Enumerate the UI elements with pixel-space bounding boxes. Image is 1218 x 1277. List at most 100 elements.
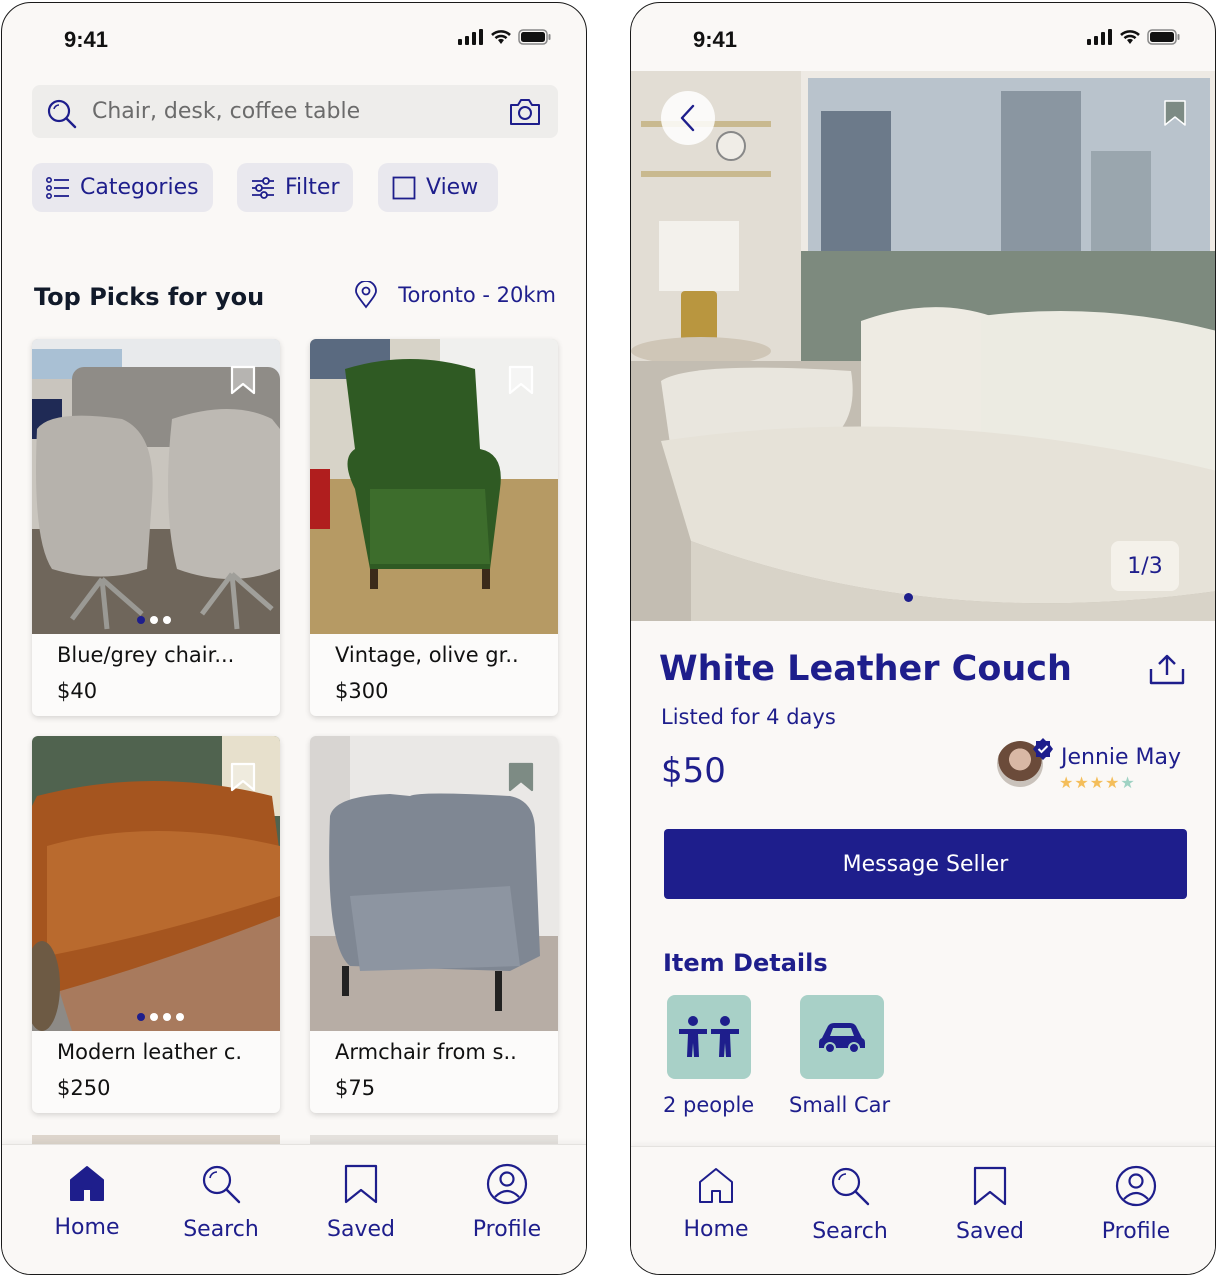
categories-chip[interactable]: Categories — [32, 163, 213, 212]
tab-home[interactable]: Home — [32, 1163, 142, 1240]
status-icons — [458, 29, 552, 45]
car-icon — [819, 1023, 865, 1054]
people-detail-label: 2 people — [663, 1093, 755, 1117]
listing-price: $75 — [335, 1076, 376, 1100]
tab-search-label: Search — [183, 1217, 259, 1242]
listing-title: Blue/grey chair... — [57, 643, 235, 667]
bookmark-icon[interactable] — [1163, 99, 1187, 127]
listed-duration: Listed for 4 days — [661, 705, 836, 729]
status-time: 9:41 — [693, 27, 738, 52]
filter-icon — [252, 176, 274, 199]
listing-price: $300 — [335, 679, 389, 703]
star-icon: ★ — [1074, 775, 1090, 792]
home-icon — [70, 1166, 104, 1201]
categories-label: Categories — [80, 175, 199, 200]
vehicle-detail-label: Small Car — [789, 1093, 891, 1117]
image-pagination — [137, 1013, 184, 1021]
share-icon[interactable] — [1147, 653, 1187, 687]
search-input[interactable] — [92, 85, 492, 138]
tab-search-label: Search — [812, 1219, 888, 1244]
star-icon: ★ — [1059, 775, 1075, 792]
chevron-left-icon — [680, 104, 695, 132]
search-icon — [47, 99, 77, 129]
tab-bar: Home Search Saved Profile — [2, 1144, 586, 1274]
message-seller-button[interactable]: Message Seller — [664, 829, 1187, 899]
section-title: Top Picks for you — [34, 283, 265, 311]
tab-saved[interactable]: Saved — [935, 1165, 1045, 1244]
view-label: View — [426, 175, 479, 200]
listing-card[interactable]: Vintage, olive gr.. $300 — [310, 339, 558, 716]
listing-card[interactable]: Modern leather c. $250 — [32, 736, 280, 1113]
search-icon — [831, 1167, 870, 1206]
search-bar[interactable] — [32, 85, 558, 138]
battery-icon — [1147, 29, 1180, 45]
tab-saved-label: Saved — [956, 1219, 1024, 1244]
verified-badge-icon — [1033, 738, 1053, 760]
battery-icon — [518, 29, 551, 45]
listing-title: Armchair from s.. — [335, 1040, 517, 1064]
tab-home-label: Home — [683, 1217, 749, 1242]
back-button[interactable] — [661, 91, 715, 145]
tab-home-label: Home — [54, 1215, 120, 1240]
listing-card[interactable]: Armchair from s.. $75 — [310, 736, 558, 1113]
view-chip[interactable]: View — [378, 163, 499, 212]
square-icon — [392, 176, 416, 199]
detail-screen: 9:41 1/3 White Leather Couch Listed for … — [630, 2, 1216, 1275]
tab-search[interactable]: Search — [166, 1163, 276, 1242]
signal-icon — [458, 29, 483, 45]
listing-price: $250 — [57, 1076, 111, 1100]
seller-name: Jennie May — [1061, 745, 1182, 770]
location-selector[interactable]: Toronto - 20km — [354, 281, 556, 309]
bookmark-icon[interactable] — [508, 762, 534, 792]
vehicle-detail-tile — [800, 995, 884, 1079]
wifi-icon — [491, 30, 511, 44]
tab-profile[interactable]: Profile — [1081, 1165, 1191, 1244]
seller-rating: ★★★★★ — [1059, 773, 1136, 793]
tab-bar: Home Search Saved Profile — [631, 1146, 1215, 1274]
image-pagination-dot — [904, 593, 913, 602]
star-icon: ★ — [1120, 775, 1136, 792]
listing-title: Modern leather c. — [57, 1040, 243, 1064]
search-icon — [202, 1165, 241, 1204]
bookmark-icon[interactable] — [230, 365, 256, 395]
bookmark-icon[interactable] — [230, 762, 256, 792]
image-counter: 1/3 — [1111, 541, 1179, 591]
list-icon — [46, 176, 69, 199]
people-icon — [679, 1016, 739, 1057]
listing-price: $40 — [57, 679, 98, 703]
bookmark-icon[interactable] — [508, 365, 534, 395]
camera-icon[interactable] — [508, 97, 542, 127]
home-icon — [699, 1168, 733, 1203]
listing-hero-photo — [631, 71, 1215, 621]
bookmark-icon — [973, 1166, 1007, 1206]
profile-icon — [486, 1163, 528, 1205]
listing-title: White Leather Couch — [659, 649, 1072, 689]
location-label: Toronto - 20km — [398, 283, 556, 307]
tab-search[interactable]: Search — [795, 1165, 905, 1244]
filter-label: Filter — [285, 175, 340, 200]
tab-saved[interactable]: Saved — [306, 1163, 416, 1242]
people-detail-tile — [667, 995, 751, 1079]
status-time: 9:41 — [64, 27, 109, 52]
status-bar: 9:41 — [631, 3, 1215, 73]
tab-profile-label: Profile — [472, 1217, 542, 1242]
listing-card[interactable]: Blue/grey chair... $40 — [32, 339, 280, 716]
status-bar: 9:41 — [2, 3, 586, 73]
profile-icon — [1115, 1165, 1157, 1207]
star-icon: ★ — [1089, 775, 1106, 792]
listing-price: $50 — [661, 751, 726, 791]
listing-title: Vintage, olive gr.. — [335, 643, 519, 667]
item-details-heading: Item Details — [663, 949, 828, 977]
star-icon: ★ — [1105, 775, 1121, 792]
wifi-icon — [1120, 30, 1140, 44]
image-pagination — [137, 616, 171, 624]
filter-chip[interactable]: Filter — [237, 163, 354, 212]
location-pin-icon — [355, 281, 378, 309]
tab-profile-label: Profile — [1101, 1219, 1171, 1244]
tab-profile[interactable]: Profile — [452, 1163, 562, 1242]
bookmark-icon — [344, 1164, 378, 1204]
seller-info[interactable]: Jennie May ★★★★★ — [997, 738, 1197, 792]
signal-icon — [1087, 29, 1112, 45]
browse-screen: 9:41 Categories Filter View Top Picks fo… — [1, 2, 587, 1275]
tab-home[interactable]: Home — [661, 1165, 771, 1242]
